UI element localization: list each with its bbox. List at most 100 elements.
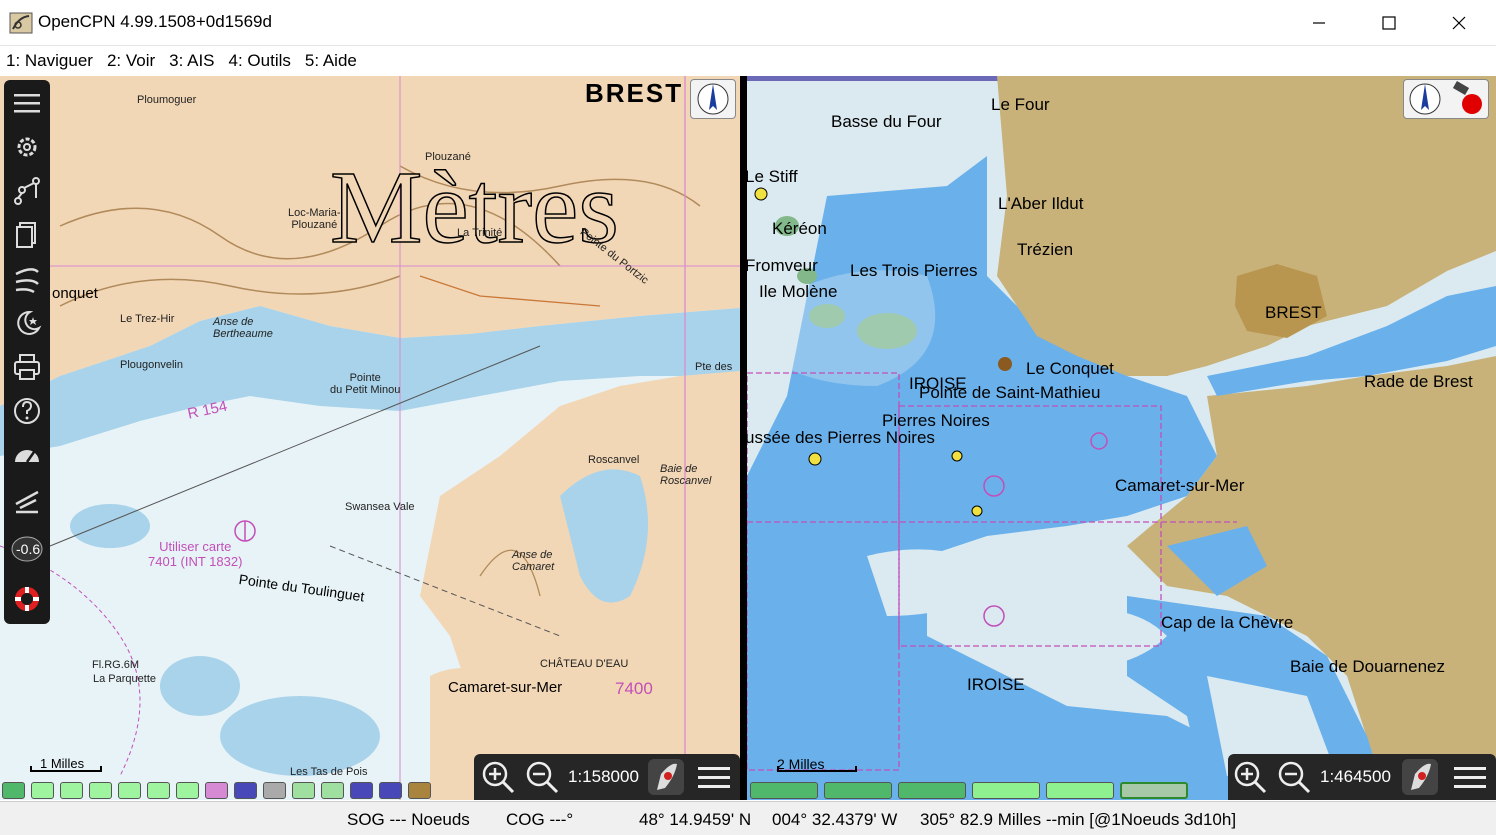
track-button[interactable] — [8, 260, 46, 298]
left-piano-key[interactable] — [379, 782, 402, 799]
boat-icon — [15, 490, 39, 514]
tides-button[interactable] — [8, 304, 46, 342]
label-le-stiff: Le Stiff — [747, 167, 798, 186]
right-piano-key[interactable] — [898, 782, 966, 799]
left-piano-key[interactable] — [2, 782, 25, 799]
label-ploumoguer: Ploumoguer — [137, 94, 197, 106]
right-scalebar-label: 2 Milles — [777, 756, 825, 772]
left-chart-canvas[interactable]: Mètres BREST Ploumoguer Plouzané Loc-Mar… — [0, 76, 740, 800]
left-zoom-in-button[interactable] — [478, 758, 518, 796]
label-la-trinite: La Trinité — [457, 227, 503, 239]
left-piano-key[interactable] — [321, 782, 344, 799]
tide-height-button[interactable]: -0.6 — [8, 530, 46, 568]
label-petit-minou: Pointe du Petit Minou — [330, 372, 401, 396]
menu-aide[interactable]: 5: Aide — [305, 51, 357, 71]
route-button[interactable] — [8, 172, 46, 210]
menu-naviguer[interactable]: 1: Naviguer — [6, 51, 93, 71]
maximize-button[interactable] — [1354, 0, 1424, 46]
label-fl-rg: Fl.RG.6M — [92, 659, 140, 671]
left-piano-key[interactable] — [147, 782, 170, 799]
route-manager-button[interactable] — [8, 216, 46, 254]
left-piano-key[interactable] — [60, 782, 83, 799]
right-chart-canvas[interactable]: Le Four Basse du Four Le Stiff Kéréon L'… — [747, 76, 1496, 800]
right-piano-key[interactable] — [1120, 782, 1188, 799]
close-button[interactable] — [1424, 0, 1494, 46]
moon-star-icon — [17, 310, 42, 335]
right-piano-key[interactable] — [972, 782, 1040, 799]
tide-indicator-icon: -0.6 — [11, 536, 43, 562]
status-sog: SOG --- Noeuds — [347, 810, 470, 829]
label-loc-maria: Loc-Maria- Plouzané — [288, 207, 341, 231]
window-title: OpenCPN 4.99.1508+0d1569d — [38, 12, 272, 31]
left-piano-key[interactable] — [350, 782, 373, 799]
label-trezien: Trézien — [1017, 240, 1074, 259]
left-piano-key[interactable] — [89, 782, 112, 799]
right-chart-menu-button[interactable] — [1450, 758, 1490, 796]
left-piano-key[interactable] — [234, 782, 257, 799]
label-chateau-deau: CHÂTEAU D'EAU — [540, 658, 629, 670]
main-toolbar: -0.6 — [4, 80, 50, 624]
left-chart-controls: 1:158000 — [474, 754, 740, 800]
help-button[interactable] — [8, 392, 46, 430]
label-brest: BREST — [585, 78, 684, 108]
zoom-out-icon — [1278, 761, 1311, 794]
label-chaussee-pierres-noires: ussée des Pierres Noires — [747, 428, 935, 447]
ship-icon — [648, 759, 684, 795]
left-piano-key[interactable] — [176, 782, 199, 799]
left-zoom-out-button[interactable] — [522, 758, 562, 796]
label-kereon: Kéréon — [772, 219, 827, 238]
minimize-button[interactable] — [1284, 0, 1354, 46]
mob-button[interactable] — [8, 580, 46, 618]
label-plouzane: Plouzané — [425, 151, 471, 163]
left-piano-key[interactable] — [205, 782, 228, 799]
left-piano-key[interactable] — [263, 782, 286, 799]
settings-button[interactable] — [8, 128, 46, 166]
chart-split-divider[interactable] — [740, 76, 747, 800]
zoom-in-icon — [482, 761, 515, 794]
right-piano-key[interactable] — [824, 782, 892, 799]
right-piano-key[interactable] — [1046, 782, 1114, 799]
menu-ais[interactable]: 3: AIS — [169, 51, 214, 71]
status-bar: SOG --- Noeuds COG ---° 48° 14.9459' N 0… — [0, 801, 1496, 835]
left-compass-widget[interactable] — [690, 79, 736, 119]
waypoint-button[interactable] — [8, 480, 46, 518]
right-zoom-in-button[interactable] — [1230, 758, 1270, 796]
title-bar: OpenCPN 4.99.1508+0d1569d — [0, 0, 1496, 46]
menu-toolbar-button[interactable] — [8, 84, 46, 122]
left-chart-menu-button[interactable] — [694, 758, 734, 796]
label-tas-de-pois: Les Tas de Pois — [290, 766, 368, 778]
ship-icon — [1402, 759, 1438, 795]
label-saint-mathieu: Pointe de Saint-Mathieu — [919, 383, 1101, 402]
menu-outils[interactable]: 4: Outils — [229, 51, 291, 71]
dashboard-button[interactable] — [8, 436, 46, 474]
close-icon — [1452, 16, 1466, 30]
label-swansea-vale: Swansea Vale — [345, 501, 415, 513]
label-fromveur: Fromveur — [747, 256, 818, 275]
label-basse-du-four: Basse du Four — [831, 112, 942, 131]
documents-icon — [16, 222, 36, 248]
left-piano-key[interactable] — [292, 782, 315, 799]
hamburger-icon — [14, 94, 40, 113]
right-compass-widget[interactable] — [1403, 79, 1489, 119]
left-follow-ship-button[interactable] — [646, 758, 686, 796]
left-piano-key[interactable] — [118, 782, 141, 799]
right-piano-key[interactable] — [750, 782, 818, 799]
label-ile-molene: Ile Molène — [759, 282, 838, 301]
left-piano-key[interactable] — [31, 782, 54, 799]
gps-status-icon — [1452, 81, 1482, 114]
left-scalebar-label: 1 Milles — [40, 756, 85, 771]
right-follow-ship-button[interactable] — [1400, 758, 1440, 796]
hamburger-icon — [698, 767, 730, 788]
left-piano-key[interactable] — [408, 782, 431, 799]
minimize-icon — [1313, 22, 1325, 24]
right-chart-controls: 1:464500 — [1228, 754, 1496, 800]
label-brest-right: BREST — [1265, 303, 1322, 322]
right-zoom-out-button[interactable] — [1274, 758, 1314, 796]
label-conquet: onquet — [52, 285, 98, 302]
print-button[interactable] — [8, 348, 46, 386]
label-aber-ildut: L'Aber Ildut — [998, 194, 1084, 213]
label-iroise-south: IROISE — [967, 675, 1025, 694]
menu-voir[interactable]: 2: Voir — [107, 51, 155, 71]
question-mark-icon — [14, 398, 40, 424]
label-chart-number: 7400 — [615, 679, 653, 698]
